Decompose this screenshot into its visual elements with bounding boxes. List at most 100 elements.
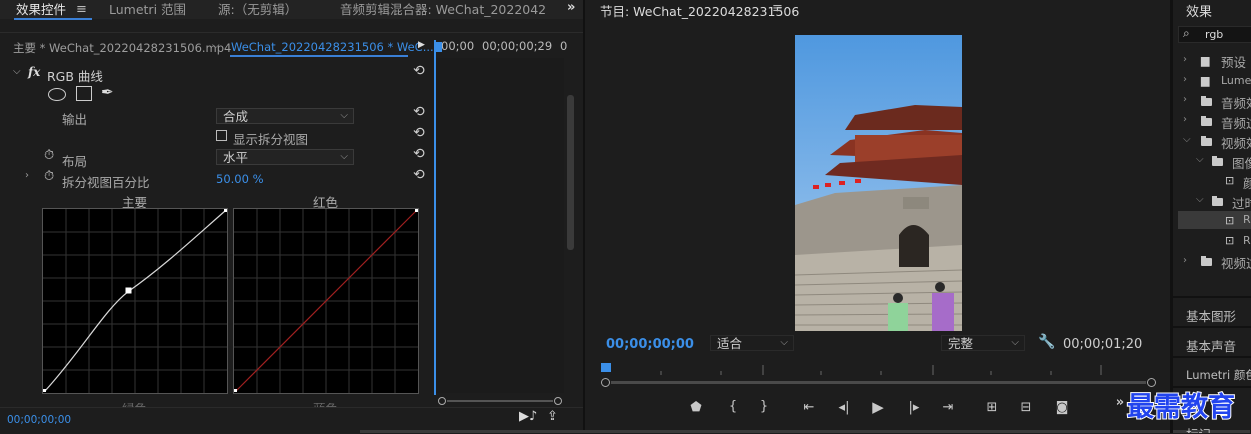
mark-out-icon[interactable]: }	[754, 399, 774, 414]
section-divider	[1173, 326, 1251, 328]
playhead-line[interactable]	[434, 40, 436, 395]
tree-item-selected[interactable]: R	[1243, 213, 1251, 226]
layout-dropdown[interactable]: 水平 ⌵	[216, 149, 354, 165]
audio-scrub-icon[interactable]: ▶♪	[519, 409, 537, 424]
section-essential-graphics[interactable]: 基本图形	[1186, 306, 1236, 325]
expand-caret-icon[interactable]: ›	[1183, 114, 1187, 125]
folder-icon	[1201, 256, 1212, 266]
master-curve-editor[interactable]	[42, 208, 228, 394]
tree-item[interactable]: 过时	[1232, 193, 1251, 212]
red-curve-editor[interactable]	[233, 208, 419, 394]
tree-item[interactable]: 音频过	[1221, 113, 1251, 132]
chevron-down-icon[interactable]: ⌵	[212, 40, 220, 51]
tree-item[interactable]: Lumetr	[1221, 74, 1251, 87]
hamburger-icon[interactable]: ≡	[772, 1, 783, 16]
section-divider	[1173, 356, 1251, 358]
stopwatch-icon[interactable]: ⏱	[44, 148, 54, 163]
folder-icon	[1201, 96, 1212, 106]
output-value: 合成	[223, 109, 249, 124]
reset-split-view-icon[interactable]: ⟲	[413, 125, 425, 141]
active-clip-label[interactable]: WeChat_20220428231506 * WeC...	[231, 40, 434, 54]
tab-effect-controls[interactable]: 效果控件	[16, 0, 66, 19]
hamburger-icon[interactable]: ≡	[76, 2, 87, 17]
expand-caret-icon[interactable]: ›	[1183, 255, 1187, 266]
fx-toggle-icon[interactable]: fx	[28, 65, 40, 79]
tab-source[interactable]: 源:（无剪辑）	[218, 0, 297, 19]
section-lumetri-color[interactable]: Lumetri 颜色	[1186, 367, 1251, 383]
effect-collapse-caret[interactable]: ⌵	[13, 66, 21, 77]
step-forward-icon[interactable]: |▸	[904, 400, 924, 415]
program-monitor-title[interactable]: 节目: WeChat_20220428231506	[600, 1, 799, 20]
fit-dropdown[interactable]: 适合 ⌵	[710, 335, 794, 351]
reset-layout-icon[interactable]: ⟲	[413, 146, 425, 162]
reset-output-icon[interactable]: ⟲	[413, 104, 425, 120]
expand-caret-icon[interactable]: ›	[1183, 94, 1187, 105]
expand-caret-icon[interactable]: ›	[1183, 74, 1187, 85]
quality-dropdown[interactable]: 完整 ⌵	[941, 335, 1025, 351]
effects-panel-title[interactable]: 效果	[1186, 1, 1212, 20]
playhead-marker[interactable]	[434, 42, 442, 52]
curve-endpoint[interactable]	[415, 209, 418, 212]
curve-endpoint[interactable]	[224, 209, 227, 212]
go-to-in-icon[interactable]: ⇤	[799, 400, 819, 415]
current-timecode[interactable]: 00;00;00;00	[606, 337, 694, 352]
folder-icon	[1201, 116, 1212, 126]
play-only-icon[interactable]: ▶	[418, 40, 425, 50]
play-icon[interactable]: ▶	[868, 398, 888, 416]
tree-item[interactable]: 音频效	[1221, 93, 1251, 112]
export-frame-icon[interactable]: ◙	[1052, 400, 1072, 415]
mini-timeline-track[interactable]	[434, 58, 564, 393]
collapse-caret-icon[interactable]: ⌵	[1183, 134, 1191, 145]
folder-icon	[1201, 136, 1212, 146]
tree-item[interactable]: R	[1243, 234, 1251, 247]
collapse-caret-icon[interactable]: ⌵	[1196, 154, 1204, 165]
tree-item[interactable]: 视频效	[1221, 133, 1251, 152]
curve-endpoint[interactable]	[43, 389, 46, 392]
output-label: 输出	[62, 112, 88, 127]
search-value: rgb	[1205, 28, 1224, 41]
overwrite-icon[interactable]: ⊟	[1016, 400, 1036, 415]
wrench-icon[interactable]: 🔧	[1038, 334, 1055, 350]
source-clip-label[interactable]: 主要 * WeChat_20220428231506.mp4	[13, 40, 231, 56]
program-video-frame[interactable]	[795, 35, 962, 331]
curve-control-point[interactable]	[125, 287, 132, 294]
reset-effect-icon[interactable]: ⟲	[413, 63, 425, 79]
effects-search-field[interactable]: ⌕ rgb	[1178, 26, 1251, 43]
tree-item[interactable]: 颜	[1243, 173, 1251, 192]
pen-mask-icon[interactable]: ✒	[101, 83, 114, 101]
insert-icon[interactable]: ⊞	[982, 400, 1002, 415]
footer-timecode[interactable]: 00;00;00;00	[7, 414, 71, 426]
section-divider	[1173, 296, 1251, 298]
chevron-double-right-icon[interactable]: »	[567, 0, 575, 15]
split-percent-value[interactable]: 50.00 %	[216, 172, 264, 186]
expand-caret-icon[interactable]: ›	[25, 170, 29, 181]
split-view-checkbox[interactable]	[216, 130, 227, 141]
tree-item[interactable]: 预设	[1221, 52, 1246, 71]
tree-item[interactable]: 视频过	[1221, 253, 1251, 272]
section-markers[interactable]: 标记	[1186, 424, 1211, 433]
timeline-zoom-slider[interactable]	[438, 397, 562, 405]
collapse-caret-icon[interactable]: ⌵	[1196, 194, 1204, 205]
tab-audio-clip-mixer[interactable]: 音频剪辑混合器: WeChat_2022042823	[340, 0, 546, 19]
curve-endpoint[interactable]	[234, 389, 237, 392]
section-essential-sound[interactable]: 基本声音	[1186, 336, 1236, 355]
monitor-time-ruler[interactable]	[601, 363, 1156, 375]
reset-split-percent-icon[interactable]: ⟲	[413, 167, 425, 183]
tab-lumetri-scopes[interactable]: Lumetri 范围	[109, 0, 186, 19]
expand-caret-icon[interactable]: ›	[1183, 54, 1187, 65]
tree-item[interactable]: 图像	[1232, 153, 1251, 172]
export-icon[interactable]: ⇪	[547, 409, 558, 424]
ellipse-mask-icon[interactable]	[48, 88, 66, 101]
mark-in-icon[interactable]: {	[723, 399, 743, 414]
folder-icon	[1212, 156, 1223, 166]
monitor-zoom-bar[interactable]	[601, 378, 1156, 388]
rectangle-mask-icon[interactable]	[76, 86, 92, 101]
vertical-scrollbar[interactable]	[567, 95, 574, 250]
go-to-out-icon[interactable]: ⇥	[938, 400, 958, 415]
step-back-icon[interactable]: ◂|	[834, 400, 854, 415]
stopwatch-icon[interactable]: ⏱	[44, 169, 54, 184]
monitor-playhead[interactable]	[601, 363, 611, 372]
marker-icon[interactable]: ⬟	[686, 400, 706, 415]
video-image	[795, 35, 962, 331]
output-dropdown[interactable]: 合成 ⌵	[216, 108, 354, 124]
